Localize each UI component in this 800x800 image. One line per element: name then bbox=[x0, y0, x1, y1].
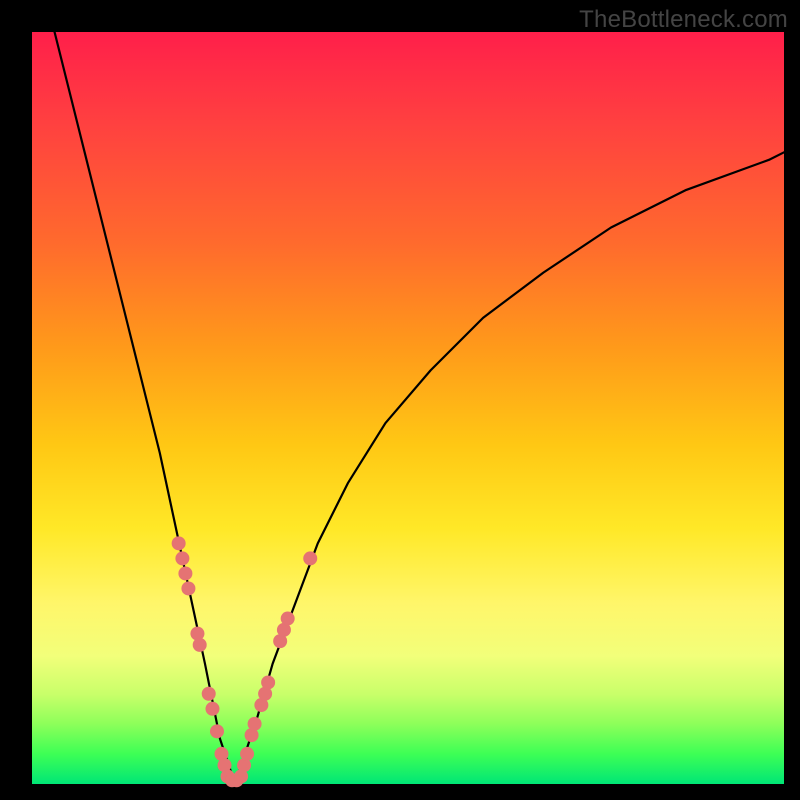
watermark-label: TheBottleneck.com bbox=[579, 6, 788, 34]
curve-layer bbox=[32, 32, 784, 784]
marker-dot bbox=[261, 675, 275, 689]
marker-dot bbox=[193, 638, 207, 652]
marker-dot bbox=[210, 724, 224, 738]
chart-frame: TheBottleneck.com bbox=[0, 0, 800, 800]
curve-right-branch bbox=[235, 152, 784, 784]
marker-dot bbox=[248, 717, 262, 731]
plot-area bbox=[32, 32, 784, 784]
marker-dot bbox=[181, 581, 195, 595]
curve-left-branch bbox=[55, 32, 235, 784]
marker-dot bbox=[303, 551, 317, 565]
marker-dot bbox=[202, 687, 216, 701]
marker-dot bbox=[205, 702, 219, 716]
marker-dot bbox=[175, 551, 189, 565]
marker-dot bbox=[281, 612, 295, 626]
marker-dot bbox=[172, 536, 186, 550]
marker-dot bbox=[178, 566, 192, 580]
marker-dot bbox=[240, 747, 254, 761]
